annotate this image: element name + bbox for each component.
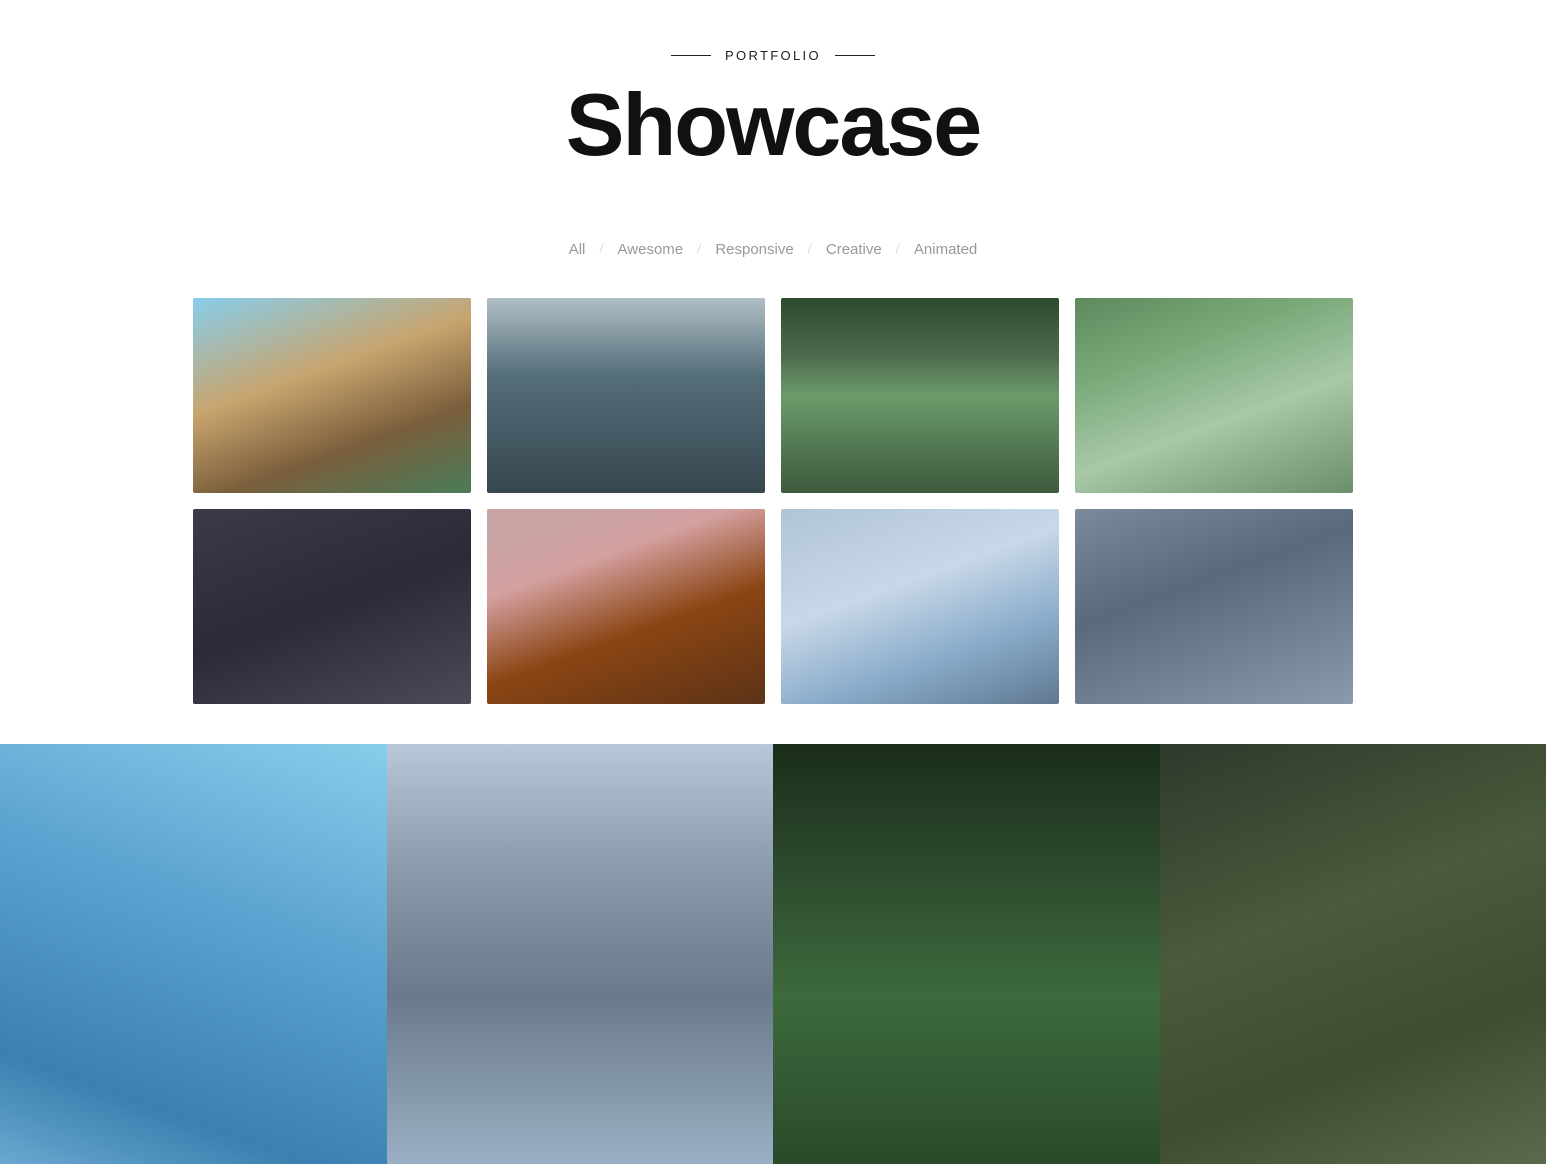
photo-photo-3 <box>781 298 1059 493</box>
filter-separator: / <box>892 241 904 258</box>
filter-item-awesome[interactable]: Awesome <box>608 237 694 262</box>
page-header: PORTFOLIO Showcase <box>0 0 1546 237</box>
wide-grid-section <box>0 744 1546 1164</box>
wide-item-wide-4[interactable] <box>1160 744 1546 1164</box>
divider-line-right <box>835 55 875 56</box>
photo-wide-4 <box>1160 744 1546 1164</box>
photo-wide-2 <box>387 744 774 1164</box>
filter-navigation: All / Awesome / Responsive / Creative / … <box>0 237 1546 262</box>
photo-photo-7 <box>781 509 1059 704</box>
wide-item-wide-1[interactable] <box>0 744 387 1164</box>
photo-photo-2 <box>487 298 765 493</box>
grid-item-photo-5[interactable] <box>193 509 471 704</box>
photo-photo-5 <box>193 509 471 704</box>
grid-row-2 <box>193 509 1353 704</box>
wide-item-wide-2[interactable] <box>387 744 774 1164</box>
photo-photo-4 <box>1075 298 1353 493</box>
wide-item-wide-3[interactable] <box>773 744 1160 1164</box>
filter-item-responsive[interactable]: Responsive <box>705 237 803 262</box>
photo-wide-1 <box>0 744 387 1164</box>
filter-separator: / <box>595 241 607 258</box>
portfolio-text: PORTFOLIO <box>725 48 821 63</box>
portfolio-label: PORTFOLIO <box>0 48 1546 63</box>
filter-item-creative[interactable]: Creative <box>816 237 892 262</box>
grid-item-photo-4[interactable] <box>1075 298 1353 493</box>
grid-item-photo-2[interactable] <box>487 298 765 493</box>
page-title: Showcase <box>0 81 1546 169</box>
portfolio-grid-section <box>173 298 1373 740</box>
grid-item-photo-7[interactable] <box>781 509 1059 704</box>
grid-item-photo-3[interactable] <box>781 298 1059 493</box>
divider-line-left <box>671 55 711 56</box>
filter-item-all[interactable]: All <box>559 237 596 262</box>
photo-photo-6 <box>487 509 765 704</box>
grid-item-photo-6[interactable] <box>487 509 765 704</box>
photo-photo-8 <box>1075 509 1353 704</box>
filter-separator: / <box>693 241 705 258</box>
grid-item-photo-8[interactable] <box>1075 509 1353 704</box>
photo-photo-1 <box>193 298 471 493</box>
photo-wide-3 <box>773 744 1160 1164</box>
filter-item-animated[interactable]: Animated <box>904 237 987 262</box>
grid-row-1 <box>193 298 1353 493</box>
filter-separator: / <box>804 241 816 258</box>
grid-item-photo-1[interactable] <box>193 298 471 493</box>
